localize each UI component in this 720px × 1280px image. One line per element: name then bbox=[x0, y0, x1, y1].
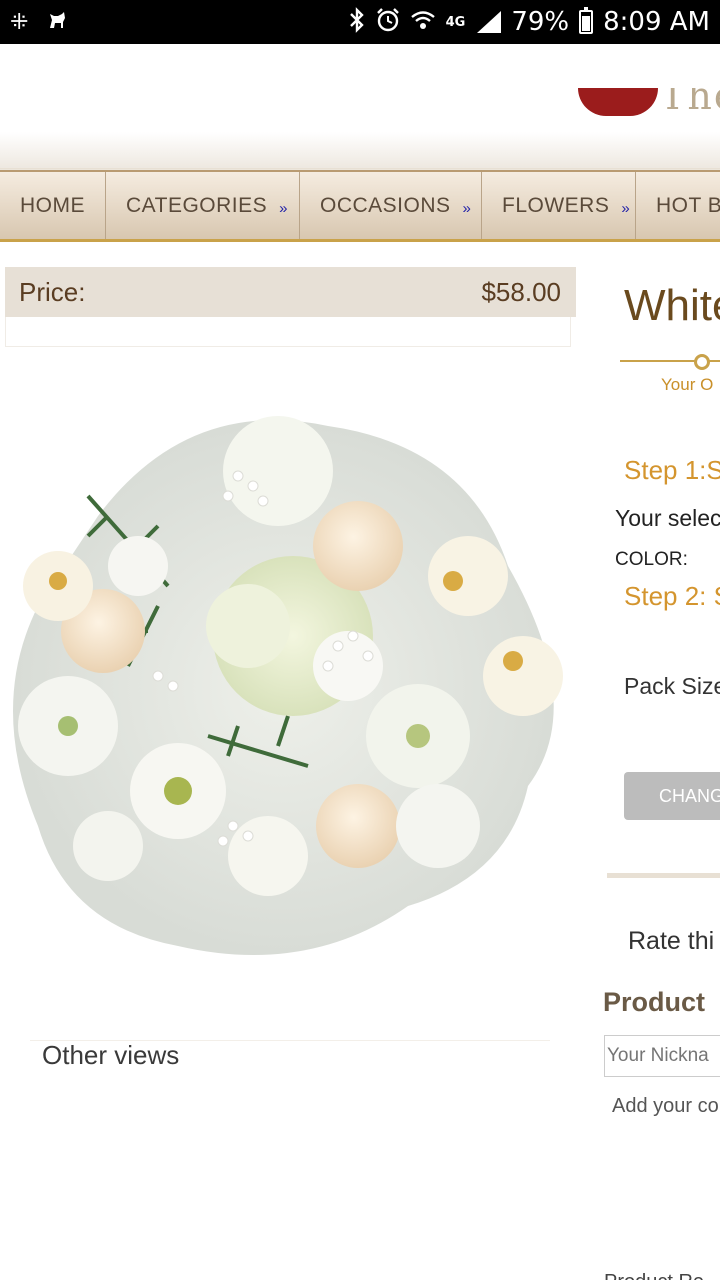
status-right: 4G 79% 8:09 AM bbox=[348, 0, 710, 44]
nav-home[interactable]: HOME bbox=[0, 172, 106, 239]
status-bar: ⁜ 4G 79% 8:09 AM bbox=[0, 0, 720, 44]
product-reviews-label: Product Re bbox=[604, 1271, 704, 1280]
price-label: Price: bbox=[19, 276, 86, 307]
review-heading: Product bbox=[603, 987, 706, 1017]
nav-occasions[interactable]: OCCASIONS » bbox=[300, 172, 482, 239]
app-grid-icon: ⁜ bbox=[10, 9, 29, 34]
main-nav: HOME CATEGORIES » OCCASIONS » FLOWERS » … bbox=[0, 170, 720, 242]
pack-size-label: Pack Size bbox=[624, 673, 720, 699]
product-options-column: White Your O Step 1:S Your selec COLOR: … bbox=[600, 245, 720, 1280]
progress-label: Your O bbox=[661, 375, 714, 394]
battery-icon bbox=[579, 7, 594, 34]
other-views-heading: Other views bbox=[42, 1040, 180, 1070]
clock: 8:09 AM bbox=[603, 7, 710, 37]
cat-icon bbox=[46, 8, 70, 36]
site-logo[interactable]: The bbox=[578, 88, 720, 118]
logo-text: The bbox=[660, 88, 720, 118]
nickname-input[interactable] bbox=[604, 1035, 720, 1077]
nav-categories[interactable]: CATEGORIES » bbox=[106, 172, 300, 239]
rate-product-label: Rate thi bbox=[628, 927, 715, 955]
price-value: $58.00 bbox=[481, 276, 561, 307]
nav-flowers[interactable]: FLOWERS » bbox=[482, 172, 636, 239]
site-header: The bbox=[0, 44, 720, 174]
step1-heading: Step 1:S bbox=[624, 455, 720, 485]
section-divider bbox=[607, 873, 720, 878]
price-sub-box bbox=[5, 317, 571, 347]
add-comment-label: Add your co bbox=[612, 1095, 719, 1117]
alarm-icon bbox=[376, 7, 400, 38]
nav-home-label: HOME bbox=[20, 193, 85, 217]
chevron-double-right-icon: » bbox=[621, 200, 631, 217]
status-left: ⁜ bbox=[10, 8, 70, 36]
nav-hot-buys[interactable]: HOT B bbox=[636, 172, 720, 239]
header-shade bbox=[0, 132, 720, 172]
logo-heart-icon bbox=[578, 88, 658, 116]
chevron-double-right-icon: » bbox=[279, 200, 288, 217]
bluetooth-icon bbox=[348, 6, 366, 38]
selection-text: Your selec bbox=[615, 505, 720, 531]
color-label: COLOR: bbox=[615, 549, 688, 570]
wifi-icon bbox=[410, 8, 436, 37]
battery-percent: 79% bbox=[511, 7, 570, 37]
progress-step-icon bbox=[694, 354, 710, 370]
nav-flowers-label: FLOWERS bbox=[502, 193, 610, 217]
chevron-double-right-icon: » bbox=[462, 200, 472, 217]
nav-occasions-label: OCCASIONS bbox=[320, 193, 451, 217]
change-button[interactable]: CHANG bbox=[624, 772, 720, 820]
network-type: 4G bbox=[445, 14, 466, 30]
product-title: White bbox=[624, 281, 720, 330]
price-box: Price: $58.00 bbox=[5, 267, 576, 317]
step2-heading: Step 2: S bbox=[624, 581, 720, 611]
nav-hot-label: HOT B bbox=[656, 193, 720, 217]
product-image[interactable] bbox=[8, 406, 572, 966]
signal-icon bbox=[475, 11, 502, 33]
nav-categories-label: CATEGORIES bbox=[126, 193, 268, 217]
